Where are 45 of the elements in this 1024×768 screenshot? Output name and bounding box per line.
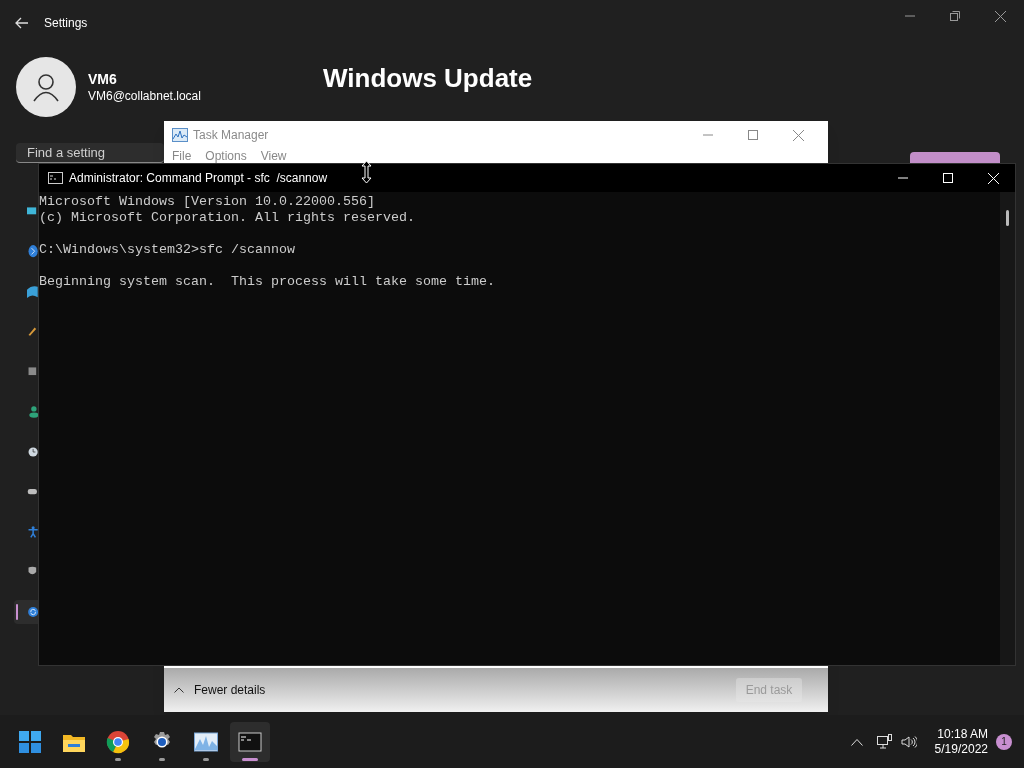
clock[interactable]: 10:18 AM 5/19/2022 [934,726,988,757]
task-manager-icon [172,128,188,142]
network-icon[interactable] [876,733,893,750]
taskmanager-icon [194,729,218,754]
bluetooth-icon [27,244,38,260]
user-name: VM6 [88,70,118,88]
running-indicator [115,757,121,761]
check-updates-button[interactable] [910,152,1000,163]
back-arrow-icon[interactable] [14,15,30,31]
window-title: Settings [44,15,88,32]
terminal-icon [238,729,262,754]
menu-item[interactable]: Options [205,149,247,163]
running-indicator [159,757,165,761]
chevron-up-icon [174,687,184,693]
scrollbar[interactable] [1000,192,1015,665]
close-icon[interactable] [994,10,1006,22]
volume-icon[interactable] [900,734,917,749]
notification-badge[interactable]: 1 [996,733,1012,750]
console-icon [48,172,63,184]
user-email: VM6@collabnet.local [88,88,201,104]
taskbar-button[interactable] [230,721,270,762]
menu-item[interactable]: View [260,149,287,163]
details-toggle[interactable]: Fewer details [174,681,266,699]
network-icon [27,284,38,300]
restore-icon[interactable] [950,11,960,21]
accessibility-icon [27,524,38,540]
console-line: Microsoft Windows [Version 10.0.22000.556] [39,194,375,210]
window-title: Task Manager [193,127,269,144]
update-icon [27,604,38,620]
window-title: Administrator: Command Prompt - sfc /scannow [69,170,328,187]
chevron-up-icon[interactable] [850,737,863,746]
start-icon [18,729,42,754]
console-line: (c) Microsoft Corporation. All rights reserved. [39,210,415,226]
menu-item[interactable]: File [172,149,192,163]
sidebar-item[interactable] [14,600,38,624]
search-field[interactable]: Find a setting [16,143,164,163]
scroll-thumb[interactable] [1006,210,1009,226]
avatar [16,57,76,117]
console-line: Beginning system scan. This process will take some time. [39,274,495,290]
chrome-icon [106,729,130,754]
page-heading: Windows Update [323,62,533,95]
running-indicator [242,757,258,761]
accounts-icon [27,404,38,420]
console-line: C:\Windows\system32>sfc /scannow [39,242,295,258]
running-indicator [203,757,209,761]
